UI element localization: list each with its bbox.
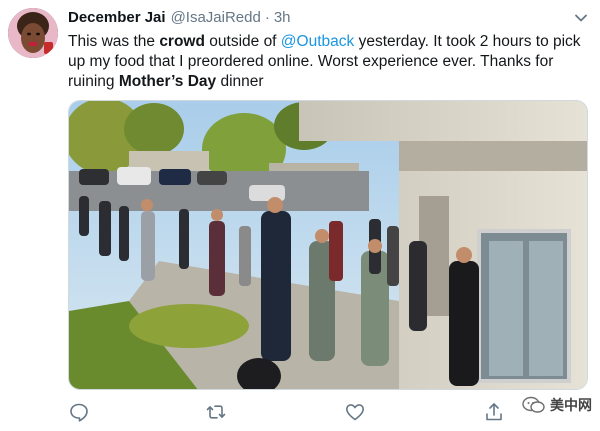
tweet-header: December Jai @IsaJaiRedd · 3h [68,9,291,29]
wechat-icon [522,396,546,414]
watermark: 美中网 [522,395,592,415]
like-icon[interactable] [344,401,366,423]
display-name[interactable]: December Jai [68,9,166,26]
bold-text: Mother’s Day [118,73,217,90]
chevron-down-icon[interactable] [574,11,588,25]
text-segment: dinner [216,73,264,90]
mention-link[interactable]: @Outback [281,33,354,50]
user-handle[interactable]: @IsaJaiRedd [171,9,261,26]
tweet-actions [68,401,508,423]
reply-icon[interactable] [68,401,90,423]
share-icon[interactable] [483,401,505,423]
text-segment: This was the [68,33,160,50]
watermark-text: 美中网 [550,397,592,413]
text-segment: outside of [204,33,281,50]
tweet-card[interactable]: December Jai @IsaJaiRedd · 3h This was t… [0,0,600,431]
separator: · [264,9,270,26]
bold-text: crowd [159,33,205,50]
timestamp[interactable]: 3h [274,9,291,26]
avatar[interactable] [8,8,58,58]
tweet-text: This was the crowd outside of @Outback y… [68,32,588,92]
retweet-icon[interactable] [205,401,227,423]
tweet-photo[interactable] [68,100,588,390]
